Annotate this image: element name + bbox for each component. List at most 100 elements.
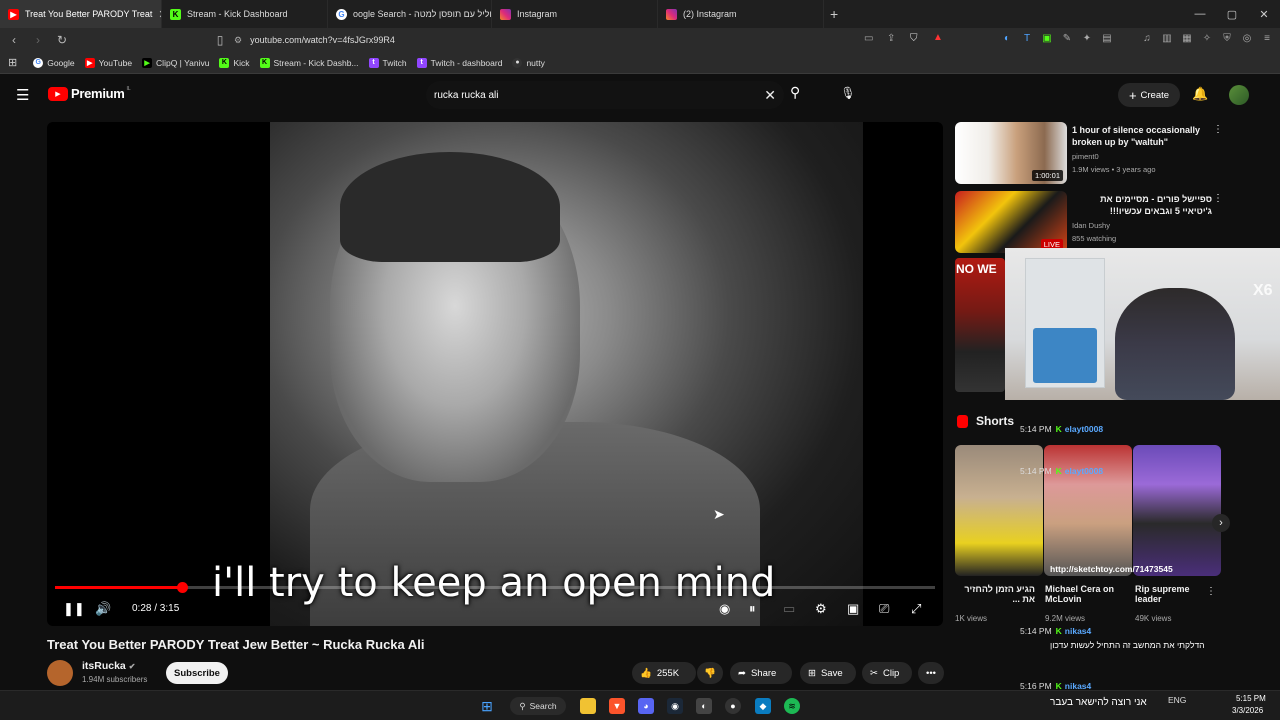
tab-youtube[interactable]: ▶ Treat You Better PARODY Treat ✕ — [0, 0, 162, 28]
chat-message: http://sketchtoy.com/71473545 — [1050, 564, 1173, 574]
short-thumbnail[interactable] — [1044, 445, 1132, 576]
clear-search-icon[interactable]: ✕ — [764, 87, 776, 104]
wallet-icon[interactable]: ◎ — [1240, 31, 1254, 45]
share-page-icon[interactable]: ⇪ — [887, 33, 895, 44]
captions-icon[interactable]: ▭ — [783, 601, 795, 617]
more-actions-button[interactable]: ••• — [918, 662, 944, 684]
extension-icon[interactable]: ✎ — [1060, 31, 1074, 45]
clock[interactable]: 5:15 PM — [1236, 694, 1266, 703]
progress-scrubber[interactable] — [176, 582, 188, 593]
extension-icon[interactable]: ▣ — [1040, 31, 1054, 45]
recommendation-channel: Idan Dushy — [1072, 221, 1110, 230]
close-tab-icon[interactable]: ✕ — [152, 8, 161, 21]
brave-browser-icon[interactable]: ▼ — [609, 698, 625, 714]
search-icon[interactable]: ⚲ — [790, 84, 800, 101]
tab-kick-dashboard[interactable]: K Stream - Kick Dashboard — [162, 0, 328, 28]
bookmark-kick-dashboard[interactable]: K Stream - Kick Dashb... — [259, 57, 359, 68]
autoplay-icon[interactable]: ◉ — [719, 601, 730, 617]
spotify-icon[interactable]: ≋ — [784, 698, 800, 714]
bookmark-kick[interactable]: K Kick — [219, 57, 250, 68]
subscribe-button[interactable]: Subscribe — [166, 662, 228, 684]
short-thumbnail[interactable] — [955, 445, 1043, 576]
puzzle-icon[interactable]: ✦ — [1080, 31, 1094, 45]
short-thumbnail[interactable] — [1133, 445, 1221, 576]
bookmark-twitch-dashboard[interactable]: t Twitch - dashboard — [416, 57, 502, 68]
pause-icon[interactable]: ❚❚ — [63, 601, 85, 617]
back-icon[interactable]: ‹ — [4, 30, 24, 50]
recommendation-thumbnail-strip[interactable]: NO WE — [955, 258, 1005, 392]
clip-label: Clip — [882, 667, 900, 679]
hamburger-menu-icon[interactable]: ☰ — [16, 86, 29, 104]
site-info-icon[interactable]: ⚙ — [234, 35, 242, 46]
microphone-icon[interactable]: 🎙 — [836, 81, 860, 105]
date[interactable]: 3/3/2026 — [1232, 706, 1263, 715]
fullscreen-icon[interactable]: ⤢ — [911, 601, 921, 617]
translate-icon[interactable]: T — [1020, 31, 1034, 45]
menu-icon[interactable]: ≡ — [1260, 31, 1274, 45]
close-window-icon[interactable]: ✕ — [1248, 0, 1280, 28]
windows-start-icon[interactable]: ⊞ — [479, 698, 495, 714]
progress-bar[interactable] — [55, 582, 935, 593]
bookmark-nutty[interactable]: ● nutty — [512, 57, 545, 68]
save-button[interactable]: ⊞ Save — [800, 662, 856, 684]
channel-avatar[interactable] — [47, 660, 73, 686]
app-icon[interactable]: ◆ — [755, 698, 771, 714]
maximize-icon[interactable]: ▢ — [1216, 0, 1248, 28]
notifications-bell-icon[interactable]: 🔔 — [1192, 86, 1208, 102]
taskbar-search[interactable]: ⚲ Search — [510, 697, 566, 715]
bookmark-twitch[interactable]: t Twitch — [368, 57, 407, 68]
browser-tab-bar: ▶ Treat You Better PARODY Treat ✕ K Stre… — [0, 0, 1280, 28]
tab-groups-icon[interactable]: ▦ — [1180, 31, 1194, 45]
vpn-icon[interactable]: ⛨ — [1220, 31, 1234, 45]
minimize-icon[interactable]: — — [1184, 0, 1216, 28]
tab-google-search[interactable]: G oogle Search - חליל עם תופסן למטה — [328, 0, 492, 28]
bookmark-google[interactable]: G Google — [33, 57, 75, 68]
volume-icon[interactable]: 🔊 — [95, 601, 111, 617]
music-icon[interactable]: ♫ — [1140, 31, 1154, 45]
more-vert-icon[interactable]: ⋮ — [1213, 124, 1223, 135]
reload-icon[interactable]: ↻ — [52, 30, 72, 50]
search-input[interactable]: rucka rucka ali ✕ — [426, 81, 784, 109]
obs-icon[interactable]: ● — [725, 698, 741, 714]
recommendation-item[interactable]: 1:00:01 1 hour of silence occasionally b… — [955, 122, 1255, 186]
more-vert-icon[interactable]: ⋮ — [1206, 586, 1216, 597]
bookmark-youtube[interactable]: ▶ YouTube — [84, 57, 132, 68]
create-button[interactable]: + Create — [1118, 83, 1180, 107]
extension-icon[interactable]: ▤ — [1100, 31, 1114, 45]
tab-instagram-2[interactable]: (2) Instagram — [658, 0, 824, 28]
rewards-icon[interactable]: ▲ — [933, 32, 943, 43]
app-icon[interactable]: ◐ — [696, 698, 712, 714]
shield-icon[interactable]: ⛉ — [910, 33, 918, 44]
shorts-next-icon[interactable]: › — [1212, 514, 1230, 532]
file-explorer-icon[interactable] — [580, 698, 596, 714]
new-tab-button[interactable]: + — [824, 6, 844, 22]
sidebar-icon[interactable]: ▥ — [1160, 31, 1174, 45]
like-button[interactable]: 👍 255K — [632, 662, 696, 684]
channel-name[interactable]: itsRucka ✔ — [82, 660, 135, 672]
bookmark-icon[interactable]: ▯ — [210, 30, 230, 50]
bookmark-clipq[interactable]: ▶ ClipQ | Yanivu — [142, 57, 209, 68]
recommendation-item[interactable]: LIVE ספיישל פורים - מסיימים את ג'יטיאיי … — [955, 191, 1255, 255]
video-player[interactable]: i'll try to keep an open mind ❚❚ 🔊 0:28 … — [47, 122, 943, 626]
youtube-logo[interactable]: ▶ Premium IL — [48, 86, 131, 101]
clip-button[interactable]: ✂ Clip — [862, 662, 912, 684]
miniplayer-icon[interactable]: ▣ — [847, 601, 859, 617]
account-avatar[interactable] — [1229, 85, 1249, 105]
settings-gear-icon[interactable]: ⚙ — [815, 601, 827, 617]
cast-icon[interactable]: ⎚ — [879, 601, 889, 617]
more-vert-icon[interactable]: ⋮ — [1213, 193, 1223, 204]
apps-grid-icon[interactable]: ⊞ — [8, 56, 17, 69]
share-button[interactable]: ➦ Share — [730, 662, 792, 684]
extension-icon[interactable]: ◐ — [1000, 31, 1014, 45]
search-icon: ⚲ — [519, 700, 526, 711]
discord-icon[interactable]: ◕ — [638, 698, 654, 714]
language-indicator[interactable]: ENG — [1168, 695, 1186, 705]
forward-icon[interactable]: › — [28, 30, 48, 50]
screen-icon[interactable]: ▭ — [864, 33, 873, 44]
ai-icon[interactable]: ✧ — [1200, 31, 1214, 45]
tab-instagram[interactable]: Instagram — [492, 0, 658, 28]
dislike-button[interactable]: 👎 — [697, 662, 723, 684]
steam-icon[interactable]: ◉ — [667, 698, 683, 714]
url-field[interactable]: ⚙ youtube.com/watch?v=4fsJGrx99R4 — [234, 31, 954, 49]
miniplayer-pause-icon[interactable]: ⏸ — [749, 601, 756, 617]
